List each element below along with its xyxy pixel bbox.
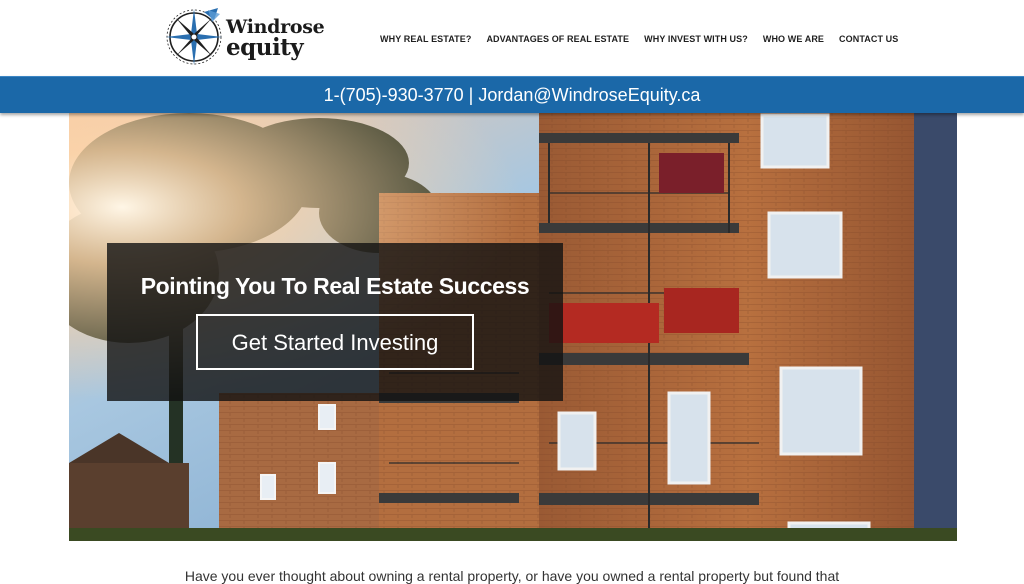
brand-logo[interactable]: Windrose equity: [164, 6, 325, 68]
contact-bar: 1-(705)-930-3770 | Jordan@WindroseEquity…: [0, 76, 1024, 113]
get-started-button[interactable]: Get Started Investing: [196, 314, 474, 370]
main-nav: WHY REAL ESTATE? ADVANTAGES OF REAL ESTA…: [380, 34, 913, 44]
nav-item-why-invest[interactable]: WHY INVEST WITH US?: [644, 34, 748, 44]
hero-overlay-panel: Pointing You To Real Estate Success Get …: [107, 243, 563, 401]
nav-item-contact-us[interactable]: CONTACT US: [839, 34, 898, 44]
site-header: Windrose equity WHY REAL ESTATE? ADVANTA…: [0, 0, 1024, 76]
hero-banner: Pointing You To Real Estate Success Get …: [69, 113, 957, 541]
nav-item-who-we-are[interactable]: WHO WE ARE: [763, 34, 824, 44]
nav-item-advantages[interactable]: ADVANTAGES OF REAL ESTATE: [486, 34, 629, 44]
nav-item-why-real-estate[interactable]: WHY REAL ESTATE?: [380, 34, 471, 44]
contact-info[interactable]: 1-(705)-930-3770 | Jordan@WindroseEquity…: [0, 85, 1024, 106]
compass-rose-icon: [166, 8, 222, 65]
brand-name-line2: equity: [226, 34, 304, 61]
hero-headline: Pointing You To Real Estate Success: [140, 273, 530, 299]
intro-paragraph: Have you ever thought about owning a ren…: [184, 568, 840, 584]
